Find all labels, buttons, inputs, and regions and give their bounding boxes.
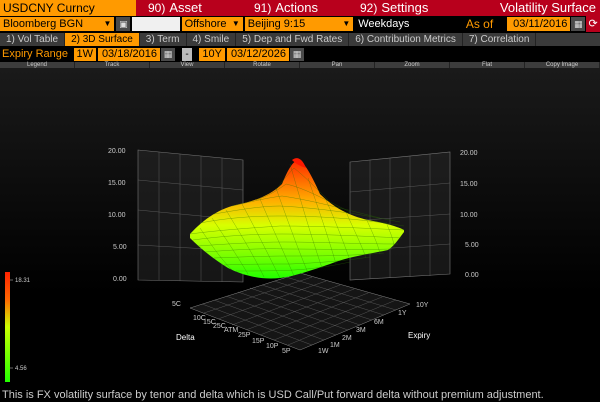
chevron-down-icon: ▼ (342, 19, 351, 28)
floor-plane (189, 272, 411, 351)
expiry-range-label: Expiry Range (2, 48, 69, 60)
tab-correlation[interactable]: 7) Correlation (463, 33, 537, 46)
expiry-tick: 2M (342, 335, 352, 342)
surface-svg[interactable]: 20.00 15.00 10.00 5.00 0.00 20.00 15.00 … (0, 68, 600, 390)
chevron-down-icon: ▼ (231, 19, 240, 28)
tab-contribution-metrics[interactable]: 6) Contribution Metrics (349, 33, 463, 46)
refresh-icon[interactable]: ⟳ (586, 16, 600, 32)
delta-tick: ATM (224, 327, 238, 334)
chevron-down-icon: ▼ (103, 19, 112, 28)
z-tick-left: 0.00 (113, 276, 127, 283)
asset-menu-button[interactable]: 90) Asset (136, 0, 242, 16)
save-icon[interactable]: ▣ (116, 17, 131, 31)
days-value: Weekdays (358, 18, 410, 30)
z-tick-right: 15.00 (460, 181, 478, 188)
delta-tick: 5P (282, 348, 291, 355)
expiry-range-bar: Expiry Range 1W 03/18/2016 ▦ - 10Y 03/12… (0, 47, 600, 61)
end-date-field[interactable]: 03/12/2026 (227, 47, 289, 61)
range-separator: - (182, 47, 192, 61)
days-dropdown[interactable]: Weekdays (355, 17, 460, 31)
as-of-date-field[interactable]: 03/11/2016 (507, 17, 571, 31)
z-axis-right: 20.00 15.00 10.00 5.00 0.00 (460, 150, 479, 279)
expiry-tick: 1Y (398, 310, 407, 317)
title-bar: USDCNY Curncy 90) Asset 91) Actions 92) … (0, 0, 600, 16)
start-tenor-field[interactable]: 1W (74, 47, 96, 61)
z-tick-right: 5.00 (465, 242, 479, 249)
z-tick-left: 15.00 (108, 180, 126, 187)
end-tenor-field[interactable]: 10Y (199, 47, 225, 61)
delta-axis-title: Delta (176, 333, 195, 342)
z-tick-left: 10.00 (108, 212, 126, 219)
time-value: Beijing 9:15 (247, 18, 306, 30)
asset-menu-number: 90) (148, 1, 166, 15)
actions-menu-label: Actions (275, 0, 318, 15)
expiry-axis-title: Expiry (408, 331, 430, 340)
expiry-tick: 6M (374, 319, 384, 326)
calendar-icon[interactable]: ▦ (571, 17, 586, 31)
expiry-tick: 1W (318, 348, 329, 355)
color-legend: 18.31 4.56 (5, 272, 31, 382)
delta-tick: 5C (172, 301, 181, 308)
footnote: This is FX volatility surface by tenor a… (2, 389, 544, 401)
settings-menu-button[interactable]: 92) Settings (348, 0, 454, 16)
delta-tick: 25P (238, 332, 251, 339)
volatility-surface-chart[interactable]: 20.00 15.00 10.00 5.00 0.00 20.00 15.00 … (0, 68, 600, 390)
actions-menu-number: 91) (254, 1, 272, 15)
as-of-label: As of (465, 17, 494, 31)
expiry-tick: 10Y (416, 302, 429, 309)
calendar-icon[interactable]: ▦ (290, 47, 304, 61)
page-title: Volatility Surface (454, 0, 600, 16)
delta-tick: 15P (252, 338, 265, 345)
tab-bar: 1) Vol Table 2) 3D Surface 3) Term 4) Sm… (0, 33, 600, 46)
asset-menu-label: Asset (169, 0, 202, 15)
market-dropdown[interactable]: Offshore ▼ (181, 17, 243, 31)
tab-smile[interactable]: 4) Smile (187, 33, 237, 46)
color-legend-bar (5, 272, 10, 382)
tab-3d-surface[interactable]: 2) 3D Surface (65, 33, 140, 46)
start-date-field[interactable]: 03/18/2016 (98, 47, 160, 61)
selector-bar: Bloomberg BGN ▼ ▣ Offshore ▼ Beijing 9:1… (0, 16, 600, 32)
market-value: Offshore (184, 18, 227, 30)
blank-field[interactable] (132, 17, 180, 31)
color-legend-min: 4.56 (15, 366, 27, 372)
expiry-tick: 1M (330, 342, 340, 349)
tab-term[interactable]: 3) Term (140, 33, 187, 46)
z-tick-left: 20.00 (108, 148, 126, 155)
z-tick-left: 5.00 (113, 244, 127, 251)
right-back-wall (349, 151, 451, 281)
tab-vol-table[interactable]: 1) Vol Table (0, 33, 66, 46)
actions-menu-button[interactable]: 91) Actions (242, 0, 348, 16)
tab-dep-fwd-rates[interactable]: 5) Dep and Fwd Rates (236, 33, 350, 46)
source-value: Bloomberg BGN (3, 18, 84, 30)
z-axis-left: 20.00 15.00 10.00 5.00 0.00 (108, 148, 127, 283)
z-tick-right: 10.00 (460, 212, 478, 219)
settings-menu-label: Settings (381, 0, 429, 15)
calendar-icon[interactable]: ▦ (161, 47, 175, 61)
z-tick-right: 0.00 (465, 272, 479, 279)
settings-menu-number: 92) (360, 1, 378, 15)
z-tick-right: 20.00 (460, 150, 478, 157)
expiry-tick: 3M (356, 327, 366, 334)
time-dropdown[interactable]: Beijing 9:15 ▼ (244, 17, 354, 31)
ticker-field[interactable]: USDCNY Curncy (0, 0, 136, 16)
source-dropdown[interactable]: Bloomberg BGN ▼ (0, 17, 115, 31)
delta-tick: 10P (266, 343, 279, 350)
color-legend-max: 18.31 (15, 278, 31, 284)
